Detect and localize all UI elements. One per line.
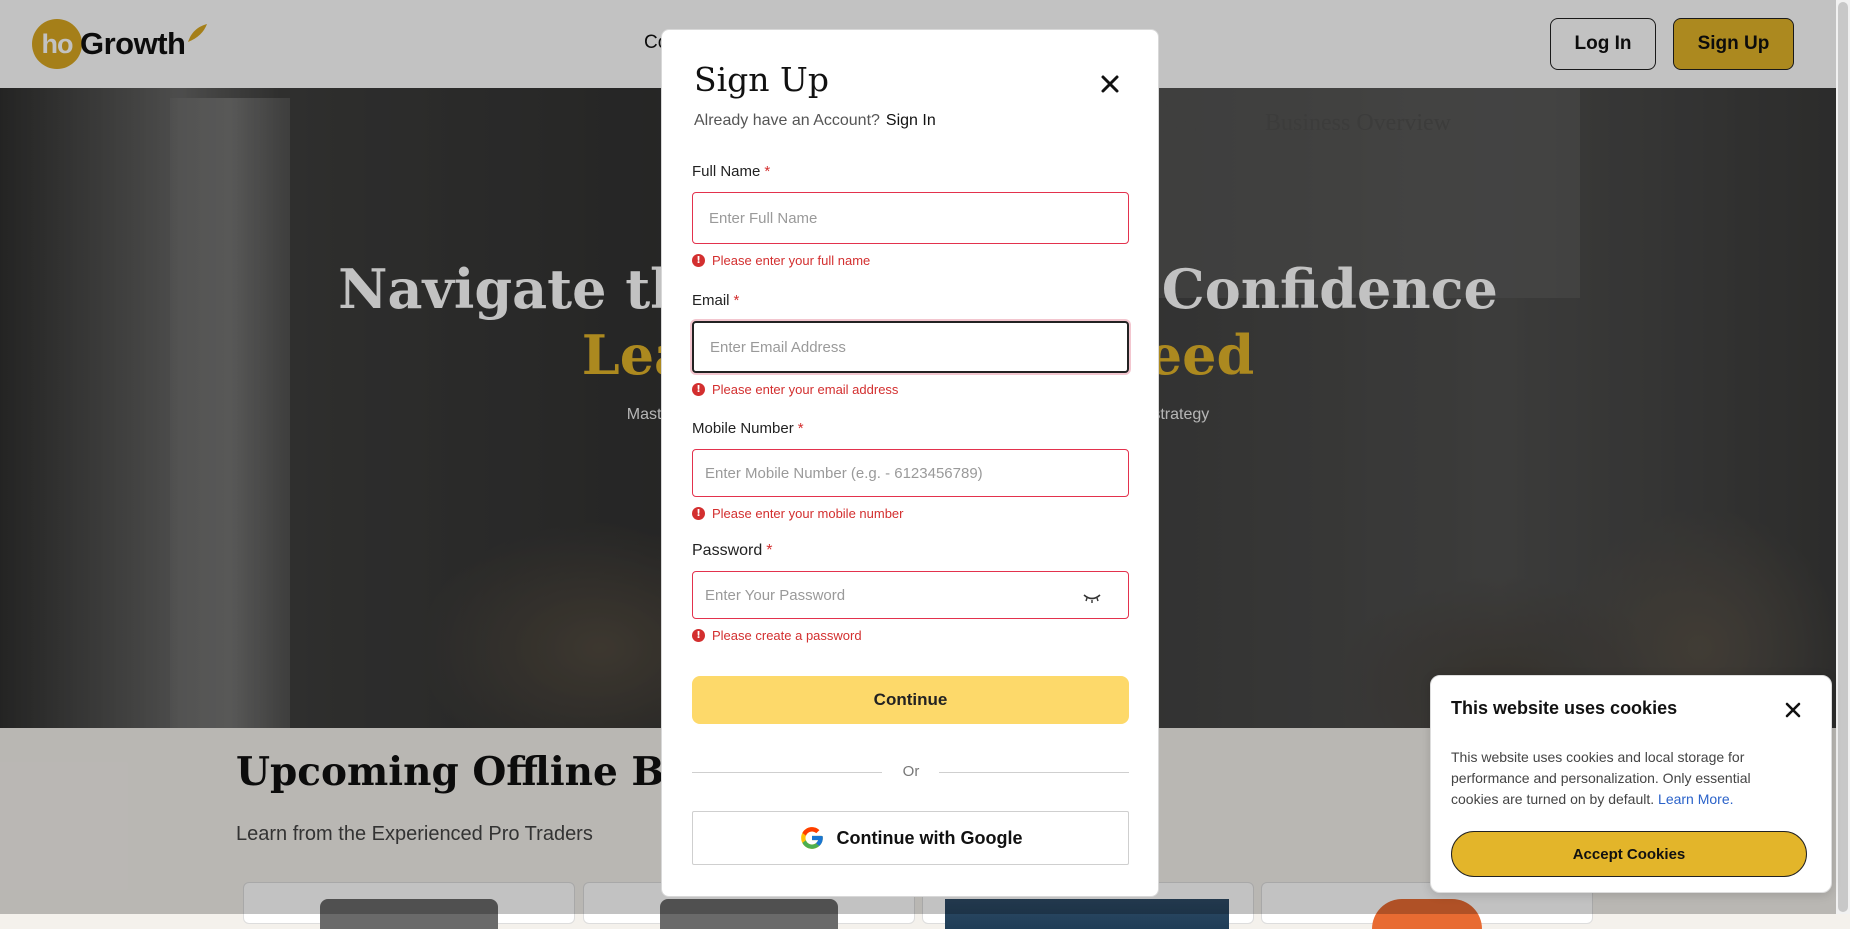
full-name-error-text: Please enter your full name (712, 253, 871, 268)
email-error: ! Please enter your email address (692, 382, 898, 397)
google-button-label: Continue with Google (836, 827, 1023, 848)
divider-or: Or (902, 763, 920, 780)
account-prompt: Already have an Account? Sign In (694, 112, 936, 130)
password-label: Password * (692, 542, 772, 560)
scrollbar-thumb[interactable] (1838, 2, 1848, 912)
error-icon: ! (692, 254, 705, 267)
required-mark: * (797, 420, 804, 437)
mobile-label-text: Mobile Number (692, 420, 794, 437)
mobile-error-text: Please enter your mobile number (712, 506, 904, 521)
email-label: Email * (692, 292, 739, 309)
close-icon[interactable] (1096, 70, 1124, 98)
mobile-number-field[interactable] (692, 449, 1129, 497)
email-field[interactable] (692, 321, 1129, 373)
full-name-label-text: Full Name (692, 163, 761, 180)
mobile-label: Mobile Number * (692, 420, 804, 437)
email-error-text: Please enter your email address (712, 382, 899, 397)
password-field[interactable] (692, 571, 1129, 619)
password-error-text: Please create a password (712, 628, 862, 643)
required-mark: * (766, 542, 773, 559)
learn-more-link[interactable]: Learn More. (1658, 791, 1733, 807)
signup-modal: Sign Up Already have an Account? Sign In … (661, 29, 1159, 897)
email-label-text: Email (692, 292, 730, 309)
cookie-title: This website uses cookies (1451, 698, 1678, 718)
error-icon: ! (692, 383, 705, 396)
account-prompt-text: Already have an Account? (694, 112, 880, 129)
full-name-field[interactable] (692, 192, 1129, 244)
password-error: ! Please create a password (692, 628, 862, 643)
continue-button[interactable]: Continue (692, 676, 1129, 724)
mobile-error: ! Please enter your mobile number (692, 506, 904, 521)
error-icon: ! (692, 507, 705, 520)
required-mark: * (733, 292, 740, 309)
cookie-banner: This website uses cookies This website u… (1430, 675, 1832, 893)
full-name-label: Full Name * (692, 163, 770, 180)
error-icon: ! (692, 629, 705, 642)
required-mark: * (764, 163, 771, 180)
cookie-body: This website uses cookies and local stor… (1451, 747, 1791, 810)
eye-closed-icon[interactable] (1082, 592, 1102, 604)
signin-link[interactable]: Sign In (886, 112, 936, 129)
modal-title: Sign Up (694, 60, 829, 99)
divider-line-right (939, 772, 1129, 773)
google-signin-button[interactable]: Continue with Google (692, 811, 1129, 865)
divider-line-left (692, 772, 882, 773)
close-icon[interactable] (1783, 700, 1803, 720)
full-name-error: ! Please enter your full name (692, 253, 870, 268)
accept-cookies-button[interactable]: Accept Cookies (1451, 831, 1807, 877)
password-label-text: Password (692, 542, 763, 559)
google-icon (800, 827, 823, 849)
